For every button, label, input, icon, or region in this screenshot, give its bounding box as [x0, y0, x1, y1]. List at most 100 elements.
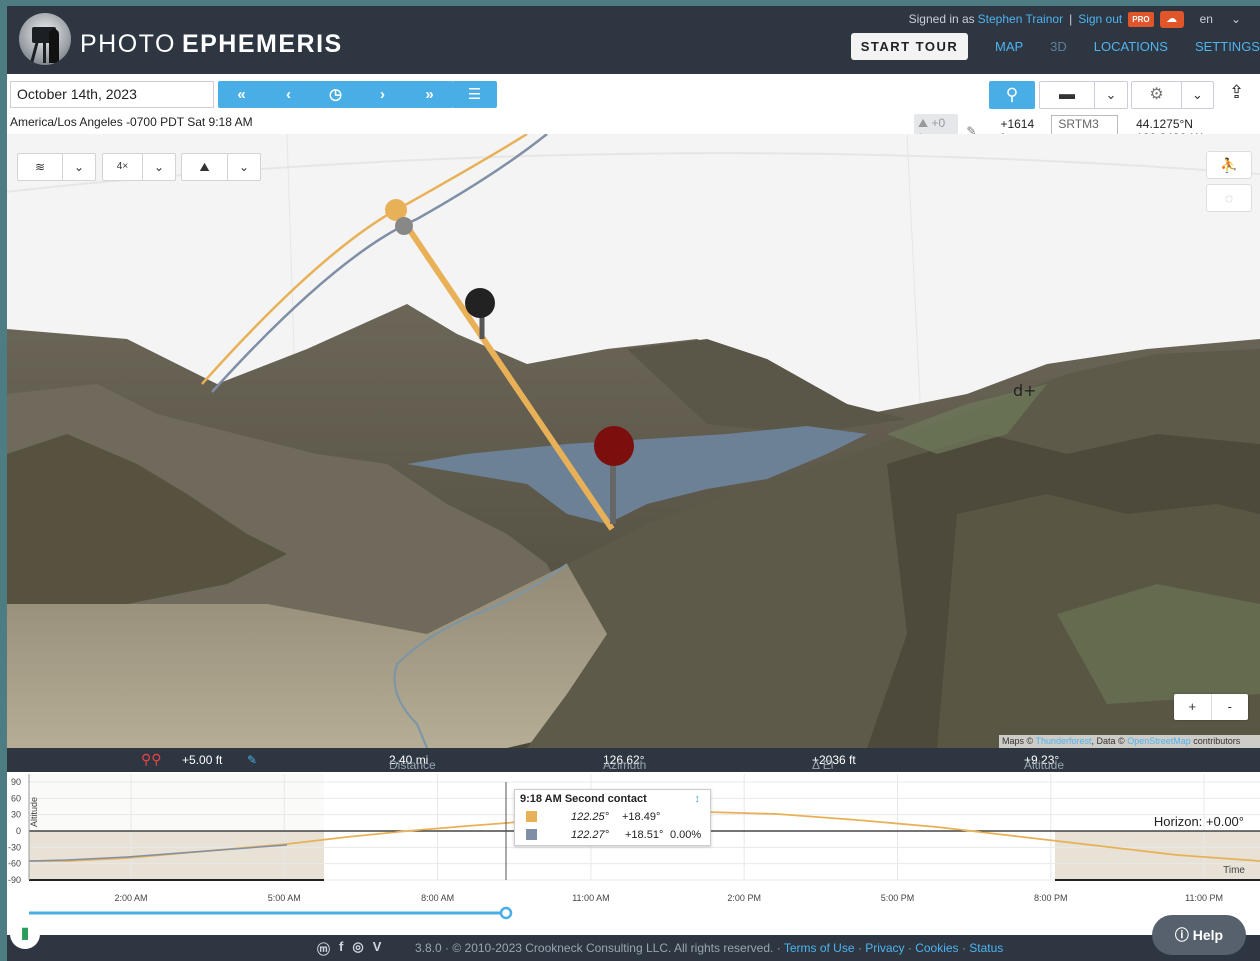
moon-swatch: [526, 829, 537, 840]
x-tick-label: 8:00 AM: [421, 893, 454, 903]
attr-data-link[interactable]: OpenStreetMap: [1127, 736, 1191, 746]
attr-maps-prefix: Maps ©: [1002, 736, 1034, 746]
y-tick-label: -60: [8, 859, 21, 869]
brand-light: PHOTO: [80, 30, 176, 58]
share-icon[interactable]: ⇪: [1229, 82, 1244, 103]
chevron-down-icon[interactable]: ⌄: [1182, 82, 1213, 108]
main-nav: MAP 3D LOCATIONS SETTINGS: [995, 39, 1260, 54]
terms-link[interactable]: Terms of Use: [784, 941, 855, 955]
horizon-label: Horizon: +0.00°: [1154, 814, 1244, 829]
event-list-icon[interactable]: ☰: [452, 81, 497, 108]
tooltip-title: 9:18 AM Second contact: [520, 793, 647, 805]
chart-tooltip: 9:18 AM Second contact ↕ 122.25° +18.49°…: [514, 789, 711, 846]
chevron-down-icon[interactable]: ⌄: [1231, 12, 1241, 26]
facebook-icon[interactable]: f: [339, 939, 343, 958]
chevron-down-icon[interactable]: ⌄: [143, 154, 175, 180]
observer-icon[interactable]: ⛹: [1206, 151, 1252, 179]
layer-select: ▬ ⌄: [1039, 81, 1128, 109]
y-tick-label: 90: [11, 777, 21, 787]
nav-map[interactable]: MAP: [995, 39, 1023, 54]
logo[interactable]: [19, 13, 71, 65]
user-name-link[interactable]: Stephen Trainor: [978, 12, 1063, 26]
nav-locations[interactable]: LOCATIONS: [1094, 39, 1168, 54]
header: PHOTO EPHEMERIS Signed in as Stephen Trai…: [7, 6, 1260, 74]
terrain-3d-view[interactable]: d+ ≋ ⌄ 4× ⌄ ⛰ ⌄ ⛹ ◌ + - Maps © Thunderfo…: [7, 134, 1260, 748]
search-icon[interactable]: ⚲: [989, 81, 1035, 109]
sun-azimuth: 122.25°: [571, 811, 610, 823]
layer-bars-icon[interactable]: ▬: [1040, 82, 1095, 108]
version-copyright: 3.8.0 · © 2010-2023 Crookneck Consulting…: [415, 941, 781, 955]
terrain-mode-icon[interactable]: ⛰: [182, 154, 228, 180]
zoom-out-button[interactable]: -: [1212, 694, 1249, 720]
sign-out-link[interactable]: Sign out: [1078, 12, 1122, 26]
azimuth-label: Azimuth: [603, 758, 647, 772]
lightbulb-icon[interactable]: ◌: [1206, 184, 1252, 212]
moon-altitude: +18.51°: [625, 829, 664, 841]
gear-icon[interactable]: ⚙: [1132, 82, 1182, 108]
x-tick-label: 8:00 PM: [1034, 893, 1068, 903]
y-axis-label: Altitude: [29, 797, 39, 827]
x-tick-label: 5:00 AM: [268, 893, 301, 903]
x-tick-label: 2:00 PM: [727, 893, 761, 903]
chevron-down-icon[interactable]: ⌄: [228, 154, 260, 180]
step-forward-large-icon[interactable]: »: [406, 81, 453, 108]
x-axis-label: Time: [1223, 865, 1245, 876]
pins-icon[interactable]: ⚲⚲: [141, 751, 162, 768]
help-label: Help: [1192, 927, 1224, 943]
question-icon: ⓘ: [1174, 927, 1189, 943]
zoom-in-button[interactable]: +: [1174, 694, 1212, 720]
layers-control: ≋ ⌄: [17, 153, 96, 181]
x-tick-label: 5:00 PM: [881, 893, 915, 903]
y-tick-label: 0: [16, 826, 21, 836]
x-tick-label: 2:00 AM: [114, 893, 147, 903]
pin-height-value: +5.00 ft: [182, 753, 223, 767]
language-select[interactable]: en: [1200, 12, 1213, 26]
zoom-controls: + -: [1174, 694, 1248, 720]
privacy-link[interactable]: Privacy: [865, 941, 904, 955]
scale-label: d+: [1013, 381, 1037, 400]
altitude-chart[interactable]: 90 60 30 0 -30 -60 -90 Altitude 2:00 AM 5:00 AM…: [7, 772, 1260, 935]
attr-suffix: contributors: [1193, 736, 1241, 746]
pencil-icon[interactable]: ✎: [247, 753, 257, 767]
map-attribution: Maps © Thunderforest, Data © OpenStreetM…: [999, 735, 1260, 748]
x-tick-label: 11:00 AM: [572, 893, 609, 903]
instagram-icon[interactable]: ◎: [352, 939, 363, 958]
altitude-label: Altitude: [1024, 758, 1065, 772]
status-link[interactable]: Status: [969, 941, 1003, 955]
dem-source-label: SRTM3: [1058, 116, 1099, 131]
zoom-factor-value[interactable]: 4×: [103, 154, 143, 180]
cloud-sync-icon[interactable]: ☁: [1159, 10, 1184, 28]
step-back-icon[interactable]: ‹: [265, 81, 312, 108]
settings-select: ⚙ ⌄: [1131, 81, 1214, 109]
x-tick-label: 11:00 PM: [1185, 893, 1223, 903]
nav-settings[interactable]: SETTINGS: [1195, 39, 1260, 54]
timezone-line: America/Los Angeles -0700 PDT Sat 9:18 A…: [10, 115, 253, 129]
sun-swatch: [526, 811, 537, 822]
mastodon-icon[interactable]: ⓜ: [317, 939, 330, 958]
status-bar: ⚲⚲ +5.00 ft ✎ Distance 2.40 mi Azimuth 1…: [7, 748, 1260, 772]
moon-azimuth: 122.27°: [571, 829, 610, 841]
chevron-down-icon[interactable]: ⌄: [63, 154, 95, 180]
start-tour-button[interactable]: START TOUR: [851, 33, 968, 60]
pro-badge[interactable]: PRO: [1128, 11, 1154, 27]
step-forward-icon[interactable]: ›: [359, 81, 406, 108]
layers-icon[interactable]: ≋: [18, 154, 63, 180]
delta-el-label: Δ El: [812, 758, 834, 772]
nav-3d[interactable]: 3D: [1050, 39, 1067, 54]
footer-text: 3.8.0 · © 2010-2023 Crookneck Consulting…: [415, 941, 1004, 955]
step-back-large-icon[interactable]: «: [218, 81, 265, 108]
zoom-factor-control: 4× ⌄: [102, 153, 176, 181]
attr-maps-link[interactable]: Thunderforest: [1035, 736, 1091, 746]
vimeo-icon[interactable]: V: [373, 939, 382, 958]
y-tick-label: 30: [11, 810, 21, 820]
accessibility-badge-icon[interactable]: ▮: [10, 919, 40, 949]
person-icon: ⛰: [918, 116, 929, 130]
y-tick-label: 60: [11, 793, 21, 803]
cookies-link[interactable]: Cookies: [915, 941, 958, 955]
date-field[interactable]: October 14th, 2023: [10, 81, 214, 108]
help-button[interactable]: ⓘ Help: [1152, 915, 1246, 955]
time-slider-handle[interactable]: [499, 906, 513, 920]
pin-tooltip-icon[interactable]: ↕: [695, 793, 701, 805]
now-clock-icon[interactable]: ◷: [312, 81, 359, 108]
chevron-down-icon[interactable]: ⌄: [1095, 82, 1127, 108]
